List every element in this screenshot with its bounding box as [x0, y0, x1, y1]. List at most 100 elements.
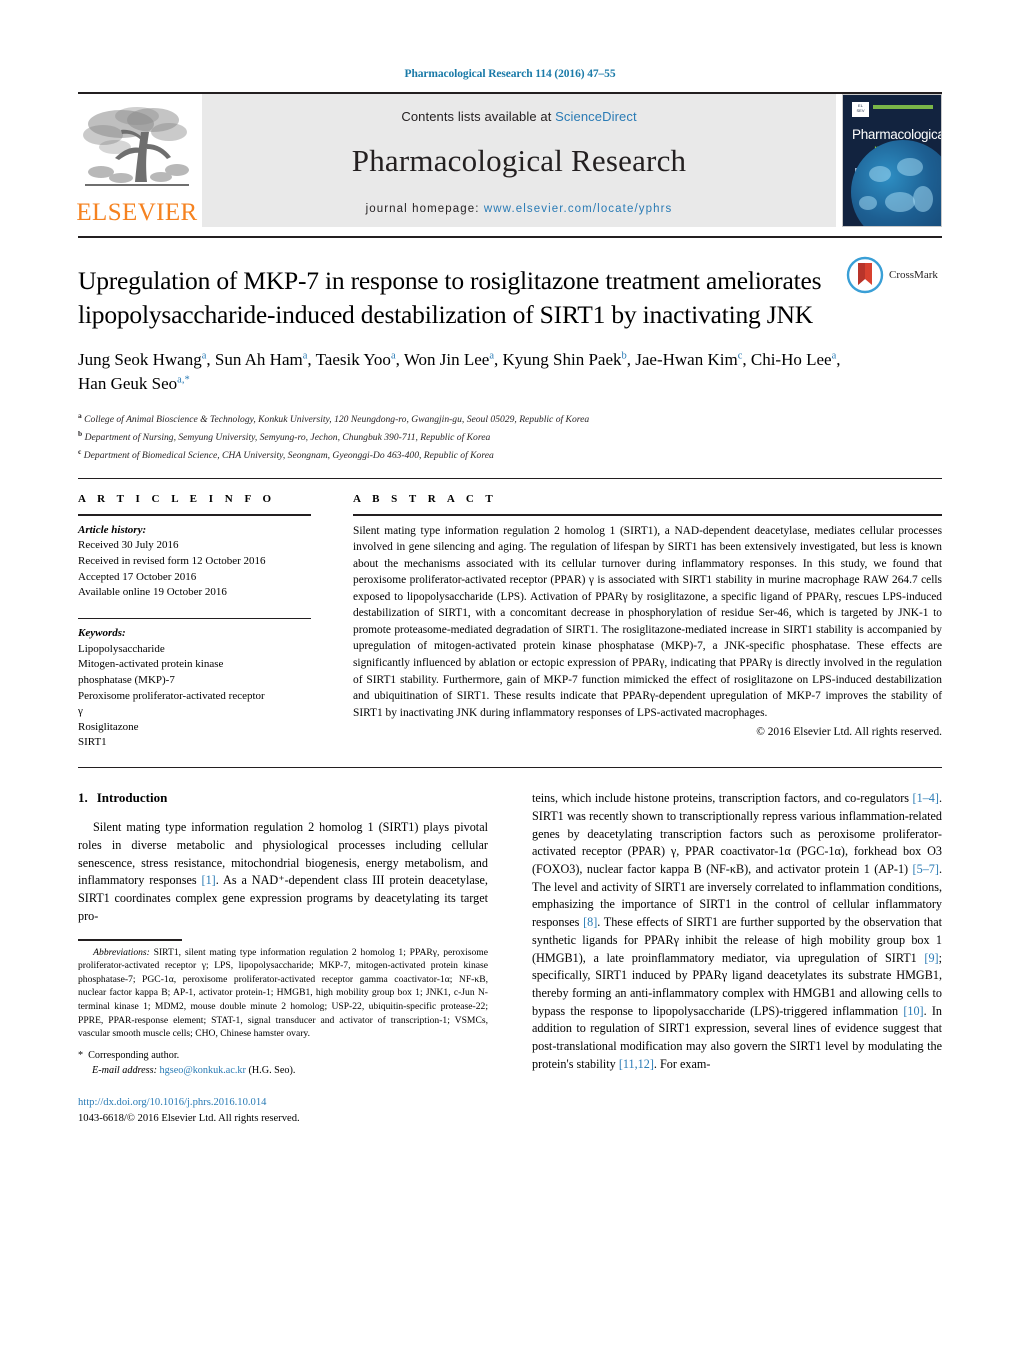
journal-banner: Contents lists available at ScienceDirec… — [202, 94, 836, 228]
article-info-rule — [78, 514, 311, 516]
keyword-item: Mitogen-activated protein kinase — [78, 658, 224, 671]
abstract-text: Silent mating type information regulatio… — [353, 524, 942, 719]
email-line: E-mail address: hgseo@konkuk.ac.kr (H.G.… — [78, 1063, 488, 1078]
section-title: Introduction — [96, 790, 168, 806]
article-history-item: Available online 19 October 2016 — [78, 586, 227, 599]
abstract-rule — [353, 514, 942, 516]
corresponding-label: Corresponding author. — [88, 1049, 180, 1061]
author-affiliation-mark: a — [390, 350, 396, 361]
running-head: Pharmacological Research 114 (2016) 47–5… — [404, 68, 616, 80]
cover-green-bar — [873, 105, 933, 110]
email-label: E-mail address: — [92, 1065, 157, 1077]
author-list: Jung Seok Hwanga, Sun Ah Hama, Taesik Yo… — [78, 349, 841, 393]
keyword-item: SIRT1 — [78, 736, 107, 749]
crossmark-icon — [846, 257, 884, 294]
reference-link[interactable]: [5–7] — [913, 862, 939, 876]
keyword-item: Lipopolysaccharide — [78, 642, 165, 655]
article-page: Pharmacological Research 114 (2016) 47–5… — [0, 0, 1020, 1351]
author-affiliation-mark: a — [489, 350, 494, 361]
affiliation-mark: b — [78, 428, 83, 438]
corresponding-star: * — [78, 1049, 84, 1061]
author-affiliation-mark: a — [831, 350, 837, 361]
author-name: Jae-Hwan Kim — [635, 349, 738, 369]
body-column-left: 1. Introduction Silent mating type inform… — [78, 790, 510, 1127]
body-columns: 1. Introduction Silent mating type inform… — [78, 768, 942, 1127]
abbreviations-text: SIRT1, silent mating type information re… — [78, 946, 488, 1040]
affiliation-item: b Department of Nursing, Semyung Univers… — [78, 428, 491, 444]
masthead: ELSEVIER Contents lists available at Sci… — [76, 94, 942, 228]
crossmark-badge[interactable]: CrossMark — [846, 256, 942, 294]
author-name: Taesik Yoo — [315, 349, 391, 369]
elsevier-wordmark: ELSEVIER — [76, 199, 198, 227]
issn-copyright-line: 1043-6618/© 2016 Elsevier Ltd. All right… — [78, 1113, 300, 1125]
section-number: 1. — [78, 790, 88, 806]
body-column-right: teins, which include histone proteins, t… — [510, 790, 942, 1127]
author-affiliation-mark: b — [621, 350, 627, 361]
article-history-item: Received 30 July 2016 — [78, 539, 179, 552]
article-history-label: Article history: — [78, 523, 147, 536]
article-history-item: Accepted 17 October 2016 — [78, 570, 197, 583]
author-name: Kyung Shin Paek — [502, 349, 622, 369]
corresponding-author-note: * Corresponding author. E-mail address: h… — [78, 1048, 488, 1079]
author-name: Han Geuk Seo — [78, 373, 178, 393]
doi-link[interactable]: http://dx.doi.org/10.1016/j.phrs.2016.10… — [78, 1095, 488, 1111]
sciencedirect-link[interactable]: ScienceDirect — [555, 109, 637, 124]
abstract-column: A B S T R A C T Silent mating type infor… — [333, 493, 942, 751]
affiliation-item: a College of Animal Bioscience & Technol… — [78, 410, 590, 426]
keywords-label: Keywords: — [78, 627, 126, 640]
homepage-prefix: journal homepage: — [365, 202, 484, 215]
email-link[interactable]: hgseo@konkuk.ac.kr — [160, 1065, 246, 1076]
reference-link[interactable]: [11,12] — [619, 1057, 654, 1071]
keyword-item: Peroxisome proliferator-activated recept… — [78, 689, 265, 702]
keywords-items: Lipopolysaccharide Mitogen-activated prot… — [78, 642, 311, 751]
intro-paragraph-right: teins, which include histone proteins, t… — [532, 791, 943, 1071]
abbreviations-label: Abbreviations: — [93, 946, 150, 958]
affiliation-list: a College of Animal Bioscience & Technol… — [78, 410, 942, 464]
contents-prefix: Contents lists available at — [401, 108, 556, 124]
info-abstract-section: A R T I C L E I N F O Article history: R… — [78, 479, 942, 751]
keywords-rule — [78, 617, 311, 620]
reference-link[interactable]: [1] — [202, 873, 216, 887]
doi-block: http://dx.doi.org/10.1016/j.phrs.2016.10… — [78, 1095, 488, 1127]
author-affiliation-mark: a — [201, 350, 207, 361]
reference-link[interactable]: [1–4] — [913, 791, 939, 805]
elsevier-logo: ELSEVIER — [76, 94, 198, 227]
keyword-item: phosphatase (MKP)-7 — [78, 674, 175, 686]
email-suffix: (H.G. Seo). — [245, 1065, 296, 1077]
contents-line: Contents lists available at ScienceDirec… — [401, 109, 636, 124]
reference-link[interactable]: [10] — [903, 1004, 923, 1018]
elsevier-tree-icon — [83, 107, 189, 187]
intro-paragraph-left: Silent mating type information regulatio… — [78, 820, 488, 923]
affiliation-item: c Department of Biomedical Science, CHA … — [78, 447, 494, 462]
author-name: Jung Seok Hwang — [78, 349, 202, 369]
page-title: Upregulation of MKP-7 in response to ros… — [78, 266, 822, 329]
abstract-heading: A B S T R A C T — [353, 493, 498, 506]
footnote-rule — [78, 939, 182, 941]
journal-title: Pharmacological Research — [351, 142, 687, 178]
abstract-copyright: © 2016 Elsevier Ltd. All rights reserved… — [756, 726, 942, 739]
homepage-line: journal homepage: www.elsevier.com/locat… — [366, 203, 673, 215]
article-history-items: Received 30 July 2016 Received in revised… — [78, 538, 311, 600]
author-affiliation-mark: a — [302, 350, 308, 361]
crossmark-label: CrossMark — [889, 269, 938, 282]
article-history-block: Article history: Received 30 July 2016 Re… — [78, 523, 311, 601]
title-block: CrossMark Upregulation of MKP-7 in respo… — [78, 238, 942, 464]
homepage-url-link[interactable]: www.elsevier.com/locate/yphrs — [484, 203, 673, 215]
abbreviations-footnote: Abbreviations: SIRT1, silent mating type… — [78, 946, 488, 1041]
author-name: Sun Ah Ham — [214, 349, 303, 369]
affiliation-mark: a — [78, 410, 82, 420]
reference-link[interactable]: [8] — [583, 915, 597, 929]
author-name: Chi-Ho Lee — [750, 349, 832, 369]
article-history-item: Received in revised form 12 October 2016 — [78, 554, 266, 567]
section-heading-introduction: 1. Introduction — [78, 790, 488, 806]
article-info-column: A R T I C L E I N F O Article history: R… — [78, 493, 333, 751]
affiliation-mark: c — [78, 447, 82, 456]
cover-elsevier-icon: EL SEV — [852, 102, 869, 118]
reference-link[interactable]: [9] — [924, 951, 938, 965]
author-name: Won Jin Lee — [403, 349, 490, 369]
author-affiliation-mark: c — [737, 350, 743, 361]
cover-microscopy-image — [851, 140, 941, 227]
keyword-item: γ — [78, 705, 83, 718]
article-info-heading: A R T I C L E I N F O — [78, 493, 276, 506]
journal-cover-thumbnail[interactable]: ELSEV Pharmacological research — [842, 94, 942, 228]
